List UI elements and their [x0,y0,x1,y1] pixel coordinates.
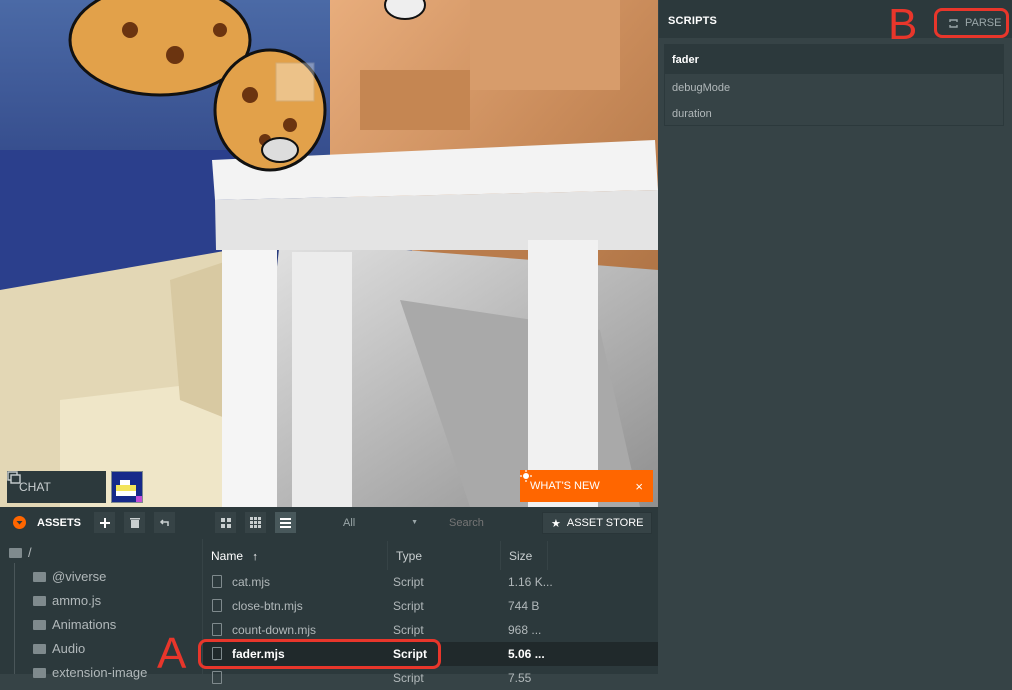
tree-item-label: extension-image [52,665,148,680]
file-type: Script [393,575,424,589]
add-asset-button[interactable] [94,512,115,533]
whats-new-label: WHAT'S NEW [530,480,600,492]
close-icon[interactable]: × [635,479,643,494]
tree-item-root[interactable]: / [0,542,202,566]
tree-guide-line [14,563,15,674]
move-up-button[interactable] [154,512,175,533]
script-file-icon [212,623,222,636]
view-small-grid-button[interactable] [245,512,266,533]
chat-icon [7,471,21,484]
asset-store-label: ASSET STORE [566,517,644,529]
view-large-grid-button[interactable] [215,512,236,533]
file-type: Script [393,623,424,637]
large-grid-icon [220,517,231,528]
asset-store-button[interactable]: ★ ASSET STORE [542,512,652,534]
filter-value: All [343,517,356,529]
column-header-type[interactable]: Type [388,541,501,570]
file-name: cat.mjs [232,575,271,589]
lightbulb-icon [520,470,532,482]
collapse-icon[interactable] [13,516,26,529]
script-name[interactable]: fader [665,45,1003,74]
annotation-label-b: B [888,0,918,49]
tree-item-ammo[interactable]: ammo.js [0,590,202,614]
folder-icon [33,572,46,582]
column-header-size[interactable]: Size [501,541,548,570]
column-header-name[interactable]: Name ↑ [203,541,388,570]
delete-asset-button[interactable] [124,512,145,533]
chevron-down-icon [16,521,23,525]
folder-icon [33,620,46,630]
asset-search-input[interactable] [437,512,546,533]
annotation-box-a [198,639,441,669]
file-size: 1.16 K... [508,575,553,589]
file-type: Script [393,599,424,613]
script-attribute-debugmode[interactable]: debugMode [672,82,730,94]
script-file-icon [212,599,222,612]
table-row[interactable]: Script 7.55 [203,666,658,690]
chevron-down-icon: ▼ [411,519,418,526]
tree-item-label: ammo.js [52,593,102,608]
return-icon [159,519,169,526]
file-size: 968 ... [508,623,542,637]
tree-item-viverse[interactable]: @viverse [0,566,202,590]
script-file-icon [212,575,222,588]
tree-item-label: Audio [52,641,86,656]
chat-button[interactable]: CHAT [7,471,106,503]
file-type: Script [393,671,424,685]
folder-icon [33,644,46,654]
avatar-image [112,472,142,502]
small-grid-icon [250,517,261,528]
list-icon [280,517,291,528]
plus-icon [99,517,110,528]
table-row[interactable]: cat.mjs Script 1.16 K... [203,570,658,594]
file-size: 744 B [508,599,540,613]
file-name: close-btn.mjs [232,599,303,613]
sort-arrow-up-icon: ↑ [252,551,258,563]
folder-icon [9,548,22,558]
tree-item-label: @viverse [52,569,107,584]
annotation-box-b [934,8,1009,38]
chat-label: CHAT [19,480,51,494]
star-icon: ★ [551,517,561,530]
whats-new-button[interactable]: WHAT'S NEW × [520,470,653,502]
scene-render [0,0,658,507]
file-name: count-down.mjs [232,623,317,637]
asset-type-filter[interactable]: All ▼ [333,512,428,533]
view-details-button[interactable] [275,512,296,533]
script-attribute-duration[interactable]: duration [672,108,712,120]
trash-icon [129,518,140,528]
script-file-icon [212,671,222,684]
column-name-label: Name [211,549,244,563]
user-avatar[interactable] [111,471,143,503]
script-card: fader debugMode duration [664,44,1004,126]
annotation-label-a: A [157,629,187,678]
folder-icon [33,668,46,678]
scene-viewport[interactable]: CHAT WHAT'S NEW × [0,0,658,507]
tree-item-label: Animations [52,617,117,632]
folder-icon [33,596,46,606]
file-size: 7.55 [508,671,532,685]
assets-title: ASSETS [37,517,82,529]
file-size: 5.06 ... [508,647,545,661]
scripts-title: SCRIPTS [668,15,718,27]
tree-item-label: / [28,545,32,560]
table-row[interactable]: close-btn.mjs Script 744 B [203,594,658,618]
